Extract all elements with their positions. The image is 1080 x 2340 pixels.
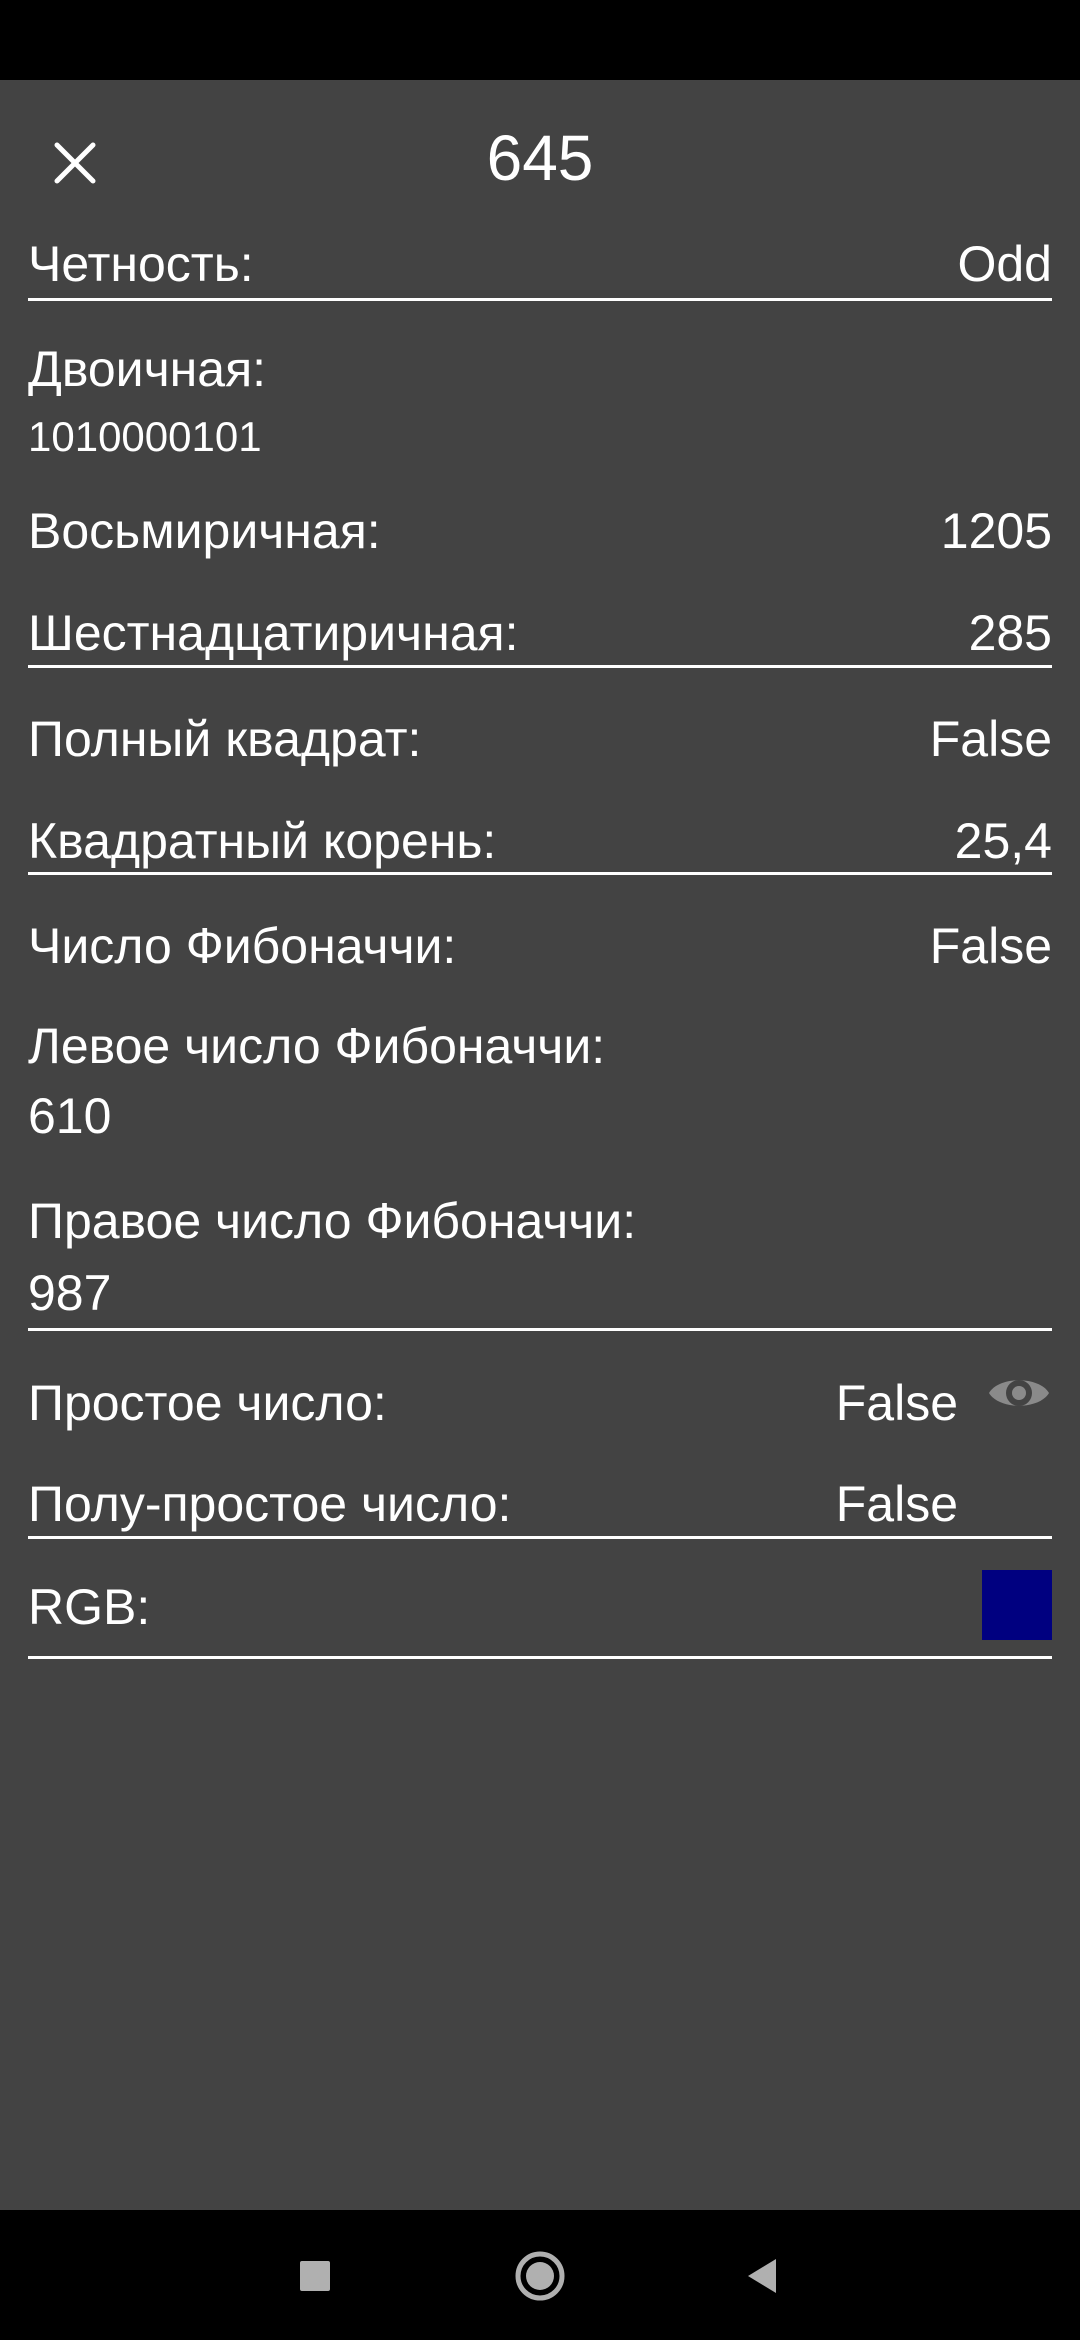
hex-label: Шестнадцатиричная: xyxy=(28,605,519,661)
parity-row: Четность: Odd xyxy=(28,233,1052,295)
octal-label: Восьмиричная: xyxy=(28,503,381,559)
prime-label: Простое число: xyxy=(28,1375,387,1431)
octal-row: Восьмиричная: 1205 xyxy=(28,500,1052,562)
perfect-square-label: Полный квадрат: xyxy=(28,711,422,767)
right-fibonacci-row: Правое число Фибоначчи: xyxy=(28,1190,1052,1252)
divider xyxy=(28,1536,1052,1539)
right-fibonacci-label: Правое число Фибоначчи: xyxy=(28,1193,637,1249)
rgb-label: RGB: xyxy=(28,1579,151,1635)
divider xyxy=(28,1328,1052,1331)
rgb-color-swatch xyxy=(982,1570,1052,1640)
square-root-label: Квадратный корень: xyxy=(28,813,497,869)
square-root-value: 25,4 xyxy=(954,813,1052,869)
square-icon xyxy=(300,2261,330,2291)
fibonacci-row: Число Фибоначчи: False xyxy=(28,915,1052,977)
rgb-row: RGB: xyxy=(28,1576,1052,1638)
semiprime-label: Полу-простое число: xyxy=(28,1476,512,1532)
right-fibonacci-value: 987 xyxy=(28,1265,112,1321)
status-bar xyxy=(0,0,1080,80)
back-button[interactable] xyxy=(730,2244,794,2308)
divider xyxy=(28,872,1052,875)
number-info-panel: 645 Четность: Odd Двоичная: 1010000101 В… xyxy=(0,80,1080,2210)
binary-label: Двоичная: xyxy=(28,341,267,397)
parity-value: Odd xyxy=(957,236,1052,292)
hex-row: Шестнадцатиричная: 285 xyxy=(28,602,1052,664)
left-fibonacci-label: Левое число Фибоначчи: xyxy=(28,1018,606,1074)
prime-value: False xyxy=(835,1375,958,1431)
fibonacci-value: False xyxy=(929,918,1052,974)
back-triangle-icon xyxy=(748,2259,776,2293)
prime-row: Простое число: False xyxy=(28,1372,1052,1434)
page-title: 645 xyxy=(486,122,594,194)
perfect-square-value: False xyxy=(929,711,1052,767)
hex-value: 285 xyxy=(968,605,1052,661)
binary-row: Двоичная: xyxy=(28,338,1052,400)
home-button[interactable] xyxy=(508,2244,572,2308)
recents-button[interactable] xyxy=(283,2244,347,2308)
octal-value: 1205 xyxy=(940,503,1052,559)
fibonacci-label: Число Фибоначчи: xyxy=(28,918,457,974)
perfect-square-row: Полный квадрат: False xyxy=(28,708,1052,770)
square-root-row: Квадратный корень: 25,4 xyxy=(28,810,1052,872)
semiprime-row: Полу-простое число: False xyxy=(28,1473,1052,1535)
circle-icon xyxy=(515,2251,565,2301)
eye-icon[interactable] xyxy=(986,1370,1052,1416)
left-fibonacci-row: Левое число Фибоначчи: xyxy=(28,1015,1052,1077)
parity-label: Четность: xyxy=(28,236,254,292)
left-fibonacci-value: 610 xyxy=(28,1088,112,1144)
binary-value: 1010000101 xyxy=(28,413,262,460)
divider xyxy=(28,665,1052,668)
navigation-bar xyxy=(0,2210,1080,2340)
semiprime-value: False xyxy=(835,1476,958,1532)
divider xyxy=(28,298,1052,301)
divider xyxy=(28,1656,1052,1659)
